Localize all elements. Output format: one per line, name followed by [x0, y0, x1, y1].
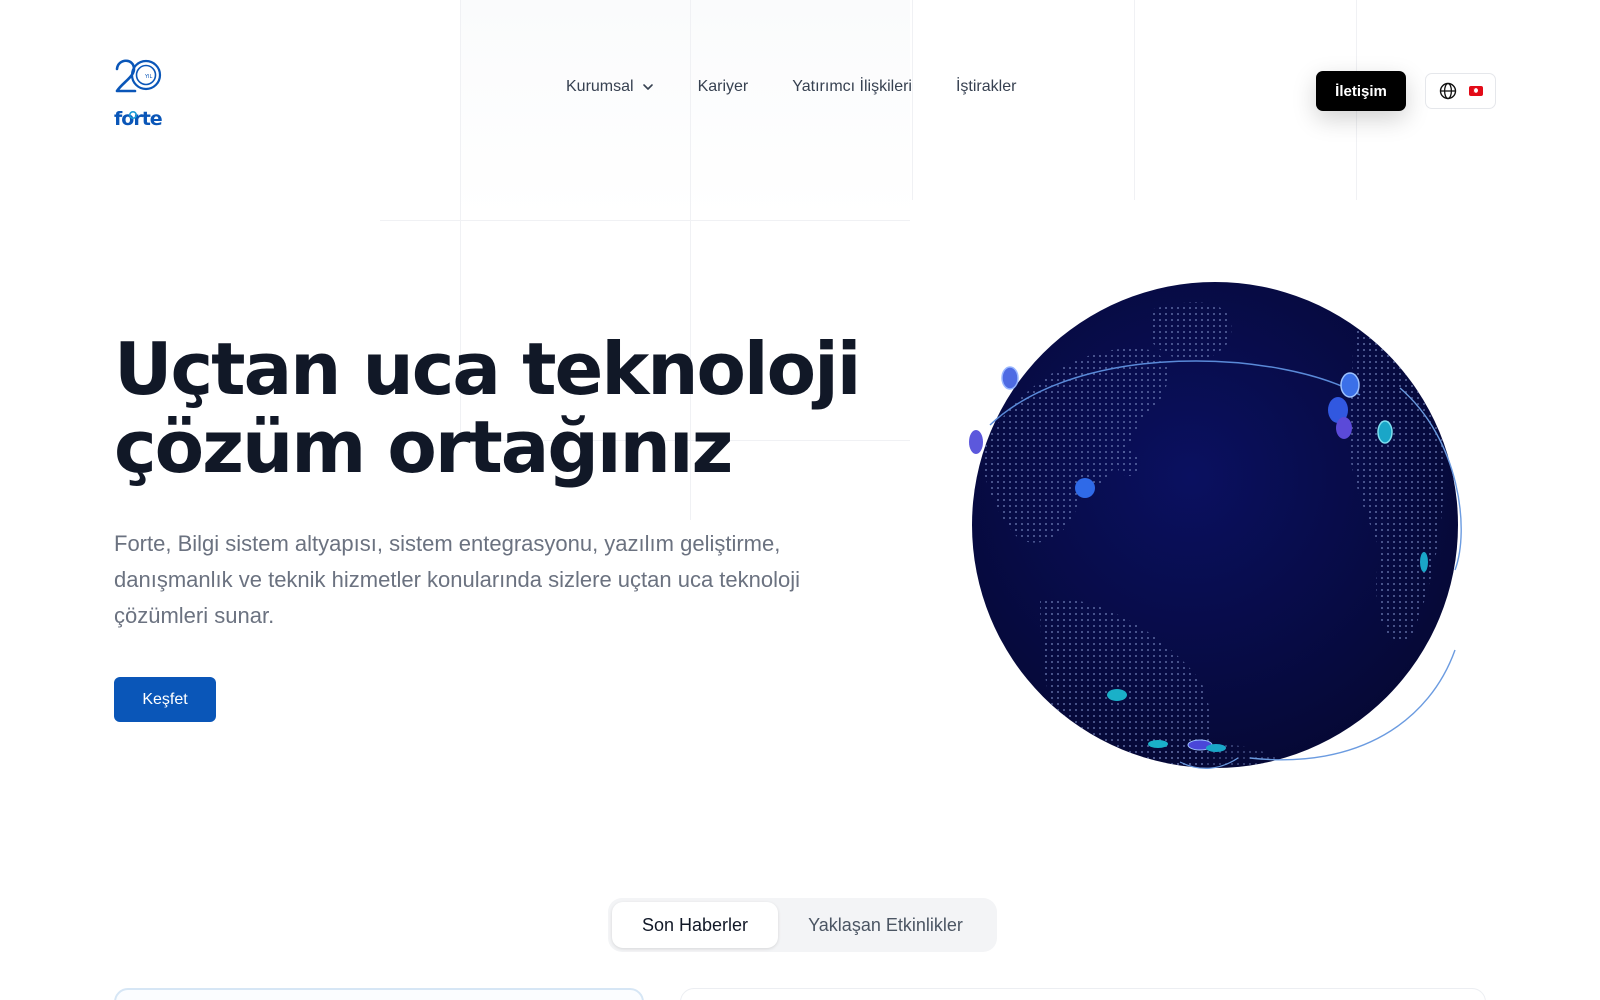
- tab-yaklasan-etkinlikler[interactable]: Yaklaşan Etkinlikler: [778, 902, 993, 948]
- nav-item-label: İştirakler: [955, 78, 1017, 95]
- hero-title-line-2: çözüm ortağınız: [114, 405, 733, 489]
- main-nav: Kurumsal Kariyer Yatırımcı İlişkileri İş…: [566, 78, 1016, 96]
- nav-item-label: Kariyer: [697, 78, 749, 95]
- contact-button[interactable]: İletişim: [1316, 71, 1406, 111]
- globe-icon: [1439, 82, 1456, 100]
- explore-button[interactable]: Keşfet: [114, 677, 216, 722]
- nav-item-label: Yatırımcı İlişkileri: [792, 78, 912, 95]
- nav-item-istirakler[interactable]: İştirakler: [956, 78, 1016, 96]
- svg-text:forte: forte: [114, 108, 162, 127]
- turkey-flag-icon: [1468, 86, 1483, 96]
- forte-logo[interactable]: YIL forte: [114, 55, 163, 130]
- nav-item-kariyer[interactable]: Kariyer: [698, 78, 749, 96]
- tab-son-haberler[interactable]: Son Haberler: [612, 902, 778, 948]
- language-selector[interactable]: [1425, 73, 1496, 109]
- nav-item-kurumsal[interactable]: Kurumsal: [566, 78, 654, 96]
- site-header: YIL forte Kurumsal Kariyer Yatırımcı İli…: [0, 0, 1600, 180]
- nav-item-yatirimci-iliskileri[interactable]: Yatırımcı İlişkileri: [792, 78, 912, 96]
- svg-text:YIL: YIL: [144, 74, 153, 80]
- news-card[interactable]: [680, 988, 1486, 1000]
- hero-description: Forte, Bilgi sistem altyapısı, sistem en…: [114, 531, 801, 628]
- chevron-down-icon: [642, 84, 653, 90]
- news-events-tabs: Son Haberler Yaklaşan Etkinlikler: [608, 898, 997, 952]
- hero-title: Uçtan uca teknoloji çözüm ortağınız: [114, 330, 894, 486]
- nav-item-label: Kurumsal: [566, 78, 634, 95]
- world-globe: [960, 270, 1500, 810]
- hero-title-line-1: Uçtan uca teknoloji: [114, 327, 861, 411]
- news-card[interactable]: [114, 988, 644, 1000]
